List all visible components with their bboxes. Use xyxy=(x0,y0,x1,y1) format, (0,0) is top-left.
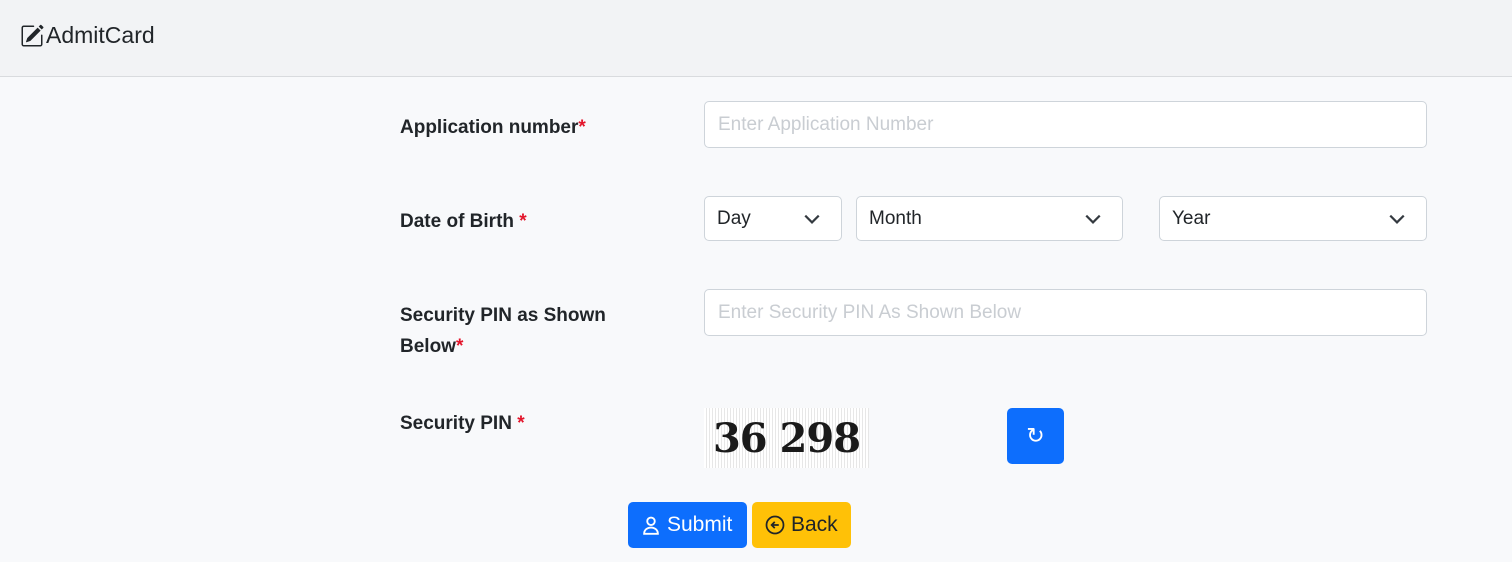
captcha-image: 36 298 xyxy=(704,408,869,468)
navbar: AdmitCard xyxy=(0,0,1512,77)
captcha-text: 36 298 xyxy=(712,414,861,462)
back-button[interactable]: Back xyxy=(752,502,851,548)
label-line-2: Below xyxy=(400,336,456,357)
dob-year-select[interactable]: Year xyxy=(1159,196,1427,241)
security-pin-input[interactable] xyxy=(704,289,1427,336)
label-text: Date of Birth xyxy=(400,211,520,232)
application-number-label: Application number* xyxy=(400,112,586,143)
chevron-down-icon xyxy=(804,214,820,224)
security-pin-input-label: Security PIN as Shown Below* xyxy=(400,300,606,362)
dob-label: Date of Birth * xyxy=(400,206,527,237)
label-text: Security PIN xyxy=(400,413,518,434)
chevron-down-icon xyxy=(1085,214,1101,224)
required-mark: * xyxy=(455,336,464,357)
user-icon xyxy=(643,516,659,535)
selected-value: Year xyxy=(1172,207,1211,229)
label-text: Application number xyxy=(400,117,579,138)
required-mark: * xyxy=(519,211,527,232)
dob-day-select[interactable]: Day xyxy=(704,196,842,241)
selected-value: Day xyxy=(717,207,751,229)
label-line-1: Security PIN as Shown xyxy=(400,305,606,326)
required-mark: * xyxy=(578,117,586,138)
chevron-down-icon xyxy=(1389,214,1405,224)
required-mark: * xyxy=(517,413,525,434)
application-number-input[interactable] xyxy=(704,101,1427,148)
edit-icon xyxy=(21,24,44,46)
dob-month-select[interactable]: Month xyxy=(856,196,1123,241)
brand-title: AdmitCard xyxy=(46,22,155,48)
submit-button[interactable]: Submit xyxy=(628,502,747,548)
brand[interactable]: AdmitCard xyxy=(20,22,155,49)
refresh-captcha-button[interactable]: ↻ xyxy=(1007,408,1064,464)
back-label: Back xyxy=(791,513,838,536)
selected-value: Month xyxy=(869,207,922,229)
arrow-left-circle-icon xyxy=(765,515,785,535)
security-pin-label: Security PIN * xyxy=(400,408,525,439)
refresh-icon: ↻ xyxy=(1026,423,1045,448)
submit-label: Submit xyxy=(667,513,733,536)
